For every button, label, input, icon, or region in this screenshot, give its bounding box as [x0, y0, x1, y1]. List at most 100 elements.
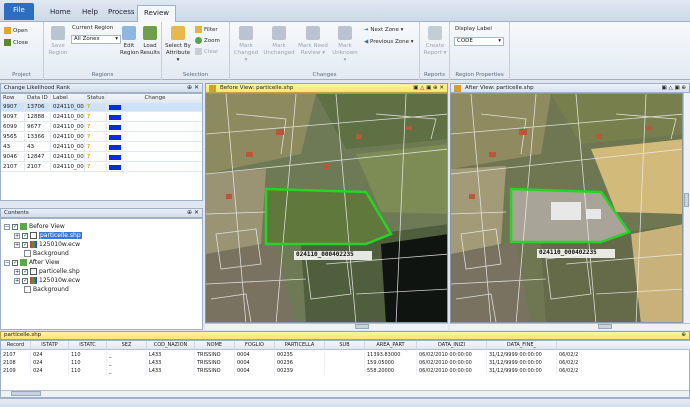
tree-background-after[interactable]: Background — [24, 286, 69, 294]
display-label-select[interactable]: CODE ▾ — [454, 37, 504, 46]
col-label[interactable]: Label — [51, 94, 85, 103]
table-row[interactable]: 9907 13706 024110_002? — [1, 103, 202, 112]
layer-swatch-icon — [30, 232, 37, 239]
attr-col-12[interactable] — [557, 341, 690, 350]
attr-cell: _ — [107, 367, 147, 375]
tree-background-before[interactable]: Background — [24, 250, 69, 258]
col-change[interactable]: Change — [107, 94, 202, 103]
folder-icon — [4, 27, 11, 34]
tab-help[interactable]: Help — [76, 5, 104, 22]
col-status[interactable]: Status — [85, 94, 107, 103]
tab-review[interactable]: Review — [137, 5, 176, 22]
cell-data-id: 13706 — [25, 103, 51, 112]
save-region-button[interactable]: Save Region — [47, 26, 69, 57]
next-zone-button[interactable]: ➔ Next Zone ▾ — [364, 27, 403, 34]
checkbox[interactable] — [22, 268, 28, 276]
collapse-icon[interactable]: − — [4, 223, 10, 230]
expand-icon[interactable]: + — [14, 241, 20, 248]
attr-col-11[interactable]: DATA_FINE_ — [487, 341, 557, 350]
current-region-select[interactable]: All Zones ▾ — [71, 35, 121, 44]
table-row[interactable]: 6099 9677 024110_001? — [1, 123, 202, 132]
attr-col-4[interactable]: COD_NAZION — [147, 341, 195, 350]
attr-col-5[interactable]: NOME — [195, 341, 235, 350]
tree-after-view[interactable]: − After View — [4, 259, 60, 267]
tree-layer-ecw-before[interactable]: +125010w.ecw — [14, 241, 80, 249]
expand-icon[interactable]: + — [14, 277, 20, 284]
attr-col-6[interactable]: FOGLIO — [235, 341, 275, 350]
after-map-hscroll[interactable] — [450, 323, 690, 330]
attr-col-1[interactable]: ISTATP — [31, 341, 69, 350]
mark-unchanged-button[interactable]: Mark Unchanged — [262, 26, 296, 57]
view-toolbar-icons[interactable]: ▣ △ ▣ ⊕ ✕ — [413, 84, 444, 92]
scroll-thumb[interactable] — [355, 324, 369, 329]
checkbox[interactable] — [22, 277, 28, 285]
select-by-attribute-button[interactable]: Select By Attribute ▾ — [165, 26, 191, 64]
attribute-table-hscroll[interactable] — [1, 390, 689, 397]
panel-pin-close-icon[interactable]: ⊕ ✕ — [187, 209, 199, 217]
expand-icon[interactable]: + — [14, 268, 20, 275]
before-map-hscroll[interactable] — [205, 323, 448, 330]
filter-button[interactable]: Filter — [195, 26, 218, 34]
table-row[interactable]: 43 43 024110_000? — [1, 143, 202, 152]
table-row[interactable]: 9565 13366 024110_001? — [1, 133, 202, 142]
create-report-button[interactable]: Create Report ▾ — [423, 26, 447, 57]
after-map[interactable]: 024110_000402235 — [450, 93, 683, 323]
previous-zone-button[interactable]: ◀ Previous Zone ▾ — [364, 39, 414, 46]
attr-col-2[interactable]: ISTATC — [69, 341, 107, 350]
cell-label: 024110_002 — [53, 103, 85, 112]
attr-table-row[interactable]: 2107 024 110 _ L433 TRISSINO 0004 00235 11393.83… — [1, 351, 690, 359]
attr-col-0[interactable]: Record — [1, 341, 31, 350]
open-button[interactable]: Open — [4, 27, 28, 35]
checkbox[interactable] — [12, 223, 18, 231]
attr-col-10[interactable]: DATA_INIZI — [417, 341, 487, 350]
attr-cell: L433 — [147, 359, 195, 367]
tree-before-view[interactable]: − Before View — [4, 223, 65, 231]
attr-col-9[interactable]: AREA_PART — [365, 341, 417, 350]
zoom-button[interactable]: Zoom — [195, 37, 220, 45]
expand-icon[interactable]: + — [14, 232, 20, 239]
mark-unknown-button[interactable]: Mark Unknown ▾ — [330, 26, 360, 64]
group-label-regions: Regions — [91, 72, 114, 78]
before-map[interactable]: 024110_000402235 — [205, 93, 448, 323]
view-toolbar-icons[interactable]: ▣ △ ▣ ⊕ — [662, 84, 686, 92]
checkbox[interactable] — [22, 241, 28, 249]
attr-col-3[interactable]: SEZ — [107, 341, 147, 350]
edit-icon — [122, 26, 136, 40]
mark-need-review-button[interactable]: Mark Need Review ▾ — [298, 26, 328, 57]
scroll-thumb[interactable] — [598, 324, 612, 329]
checkbox[interactable] — [12, 259, 18, 267]
close-button[interactable]: Close — [4, 39, 28, 47]
col-row[interactable]: Row — [1, 94, 25, 103]
after-map-vscroll[interactable] — [683, 93, 690, 323]
attr-table-row[interactable]: 2108 024 110 _ L433 TRISSINO 0004 00236 159.0500… — [1, 359, 690, 367]
tree-layer-particelle-before[interactable]: + particelle.shp — [14, 232, 82, 240]
collapse-icon[interactable]: − — [4, 259, 10, 266]
table-row[interactable]: 9097 12888 024110_001? — [1, 113, 202, 122]
mark-changed-button[interactable]: Mark Changed ▾ — [232, 26, 260, 64]
raster-icon — [30, 241, 37, 248]
checkbox[interactable] — [22, 232, 28, 240]
tab-home[interactable]: Home — [44, 5, 77, 22]
tab-process[interactable]: Process — [102, 5, 141, 22]
tree-layer-particelle-after[interactable]: + particelle.shp — [14, 268, 80, 276]
scroll-thumb[interactable] — [11, 391, 41, 396]
attr-cell: 06/02/2 — [557, 359, 690, 367]
attr-table-row[interactable]: 2109 024 110 _ L433 TRISSINO 0004 00239 558.2000… — [1, 367, 690, 375]
attr-col-7[interactable]: PARTICELLA — [275, 341, 325, 350]
scroll-thumb[interactable] — [684, 193, 689, 207]
pin-icon[interactable]: ⊕ — [681, 332, 686, 339]
clear-button[interactable]: Clear — [195, 48, 218, 56]
load-results-button[interactable]: Load Results — [140, 26, 160, 57]
tab-file[interactable]: File — [4, 3, 34, 20]
edit-region-button[interactable]: Edit Region — [120, 26, 139, 57]
view-icon — [20, 223, 27, 230]
table-row[interactable]: 9046 12847 024110_001? — [1, 153, 202, 162]
change-bar — [109, 125, 121, 130]
close-project-icon — [4, 39, 11, 46]
attr-col-8[interactable]: SUB — [325, 341, 365, 350]
panel-pin-close-icon[interactable]: ⊕ ✕ — [187, 84, 199, 92]
attr-cell: 024 — [31, 351, 69, 359]
tree-layer-ecw-after[interactable]: +125010w.ecw — [14, 277, 80, 285]
col-data-id[interactable]: Data ID — [25, 94, 51, 103]
table-row[interactable]: 2107 2107 024110_000? — [1, 163, 202, 172]
